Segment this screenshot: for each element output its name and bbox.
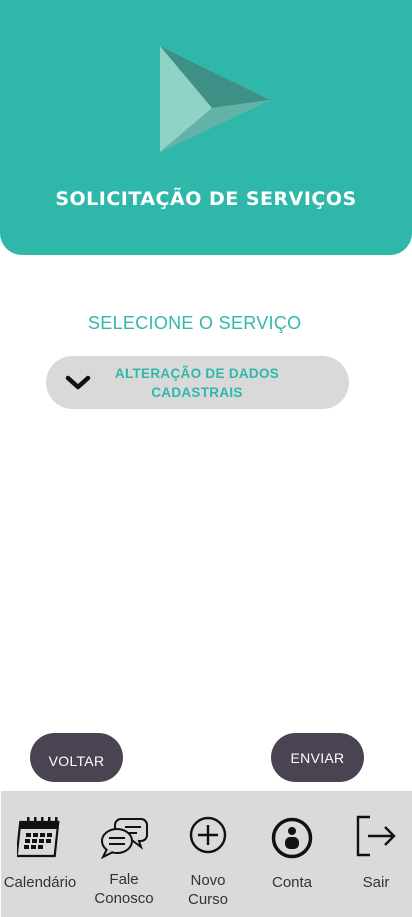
header: SOLICITAÇÃO DE SERVIÇOS <box>0 0 412 255</box>
page-title: SOLICITAÇÃO DE SERVIÇOS <box>55 188 357 210</box>
submit-button-label: ENVIAR <box>290 749 345 766</box>
nav-item-fale-conosco[interactable]: Fale Conosco <box>83 791 165 917</box>
nav-label-sair: Sair <box>362 874 390 891</box>
nav-item-novo-curso[interactable]: Novo Curso <box>167 791 249 917</box>
service-select-value-line2: CADASTRAIS <box>151 385 243 400</box>
plus-circle-icon <box>189 816 227 854</box>
nav-label-novo-curso-line2: Curso <box>187 891 228 908</box>
back-button[interactable]: VOLTAR <box>30 733 123 782</box>
back-button-label: VOLTAR <box>48 752 105 769</box>
chat-bubbles-icon <box>100 818 148 859</box>
submit-button[interactable]: ENVIAR <box>271 733 364 782</box>
play-logo-icon <box>160 46 270 152</box>
calendar-icon <box>17 817 60 858</box>
nav-item-calendario[interactable]: Calendário <box>0 791 81 917</box>
bottom-nav: Calendário Fale Conosco Novo Curso Conta… <box>1 791 412 917</box>
service-select-label: SELECIONE O SERVIÇO <box>88 313 302 333</box>
nav-item-conta[interactable]: Conta <box>251 791 333 917</box>
service-select-value-line1: ALTERAÇÃO DE DADOS <box>114 366 280 381</box>
service-select[interactable]: ALTERAÇÃO DE DADOS CADASTRAIS <box>46 356 349 409</box>
account-icon <box>271 817 313 859</box>
chevron-down-icon <box>65 375 91 390</box>
logout-icon <box>356 815 396 857</box>
service-select-value: ALTERAÇÃO DE DADOS CADASTRAIS <box>106 364 288 402</box>
nav-item-sair[interactable]: Sair <box>335 791 412 917</box>
